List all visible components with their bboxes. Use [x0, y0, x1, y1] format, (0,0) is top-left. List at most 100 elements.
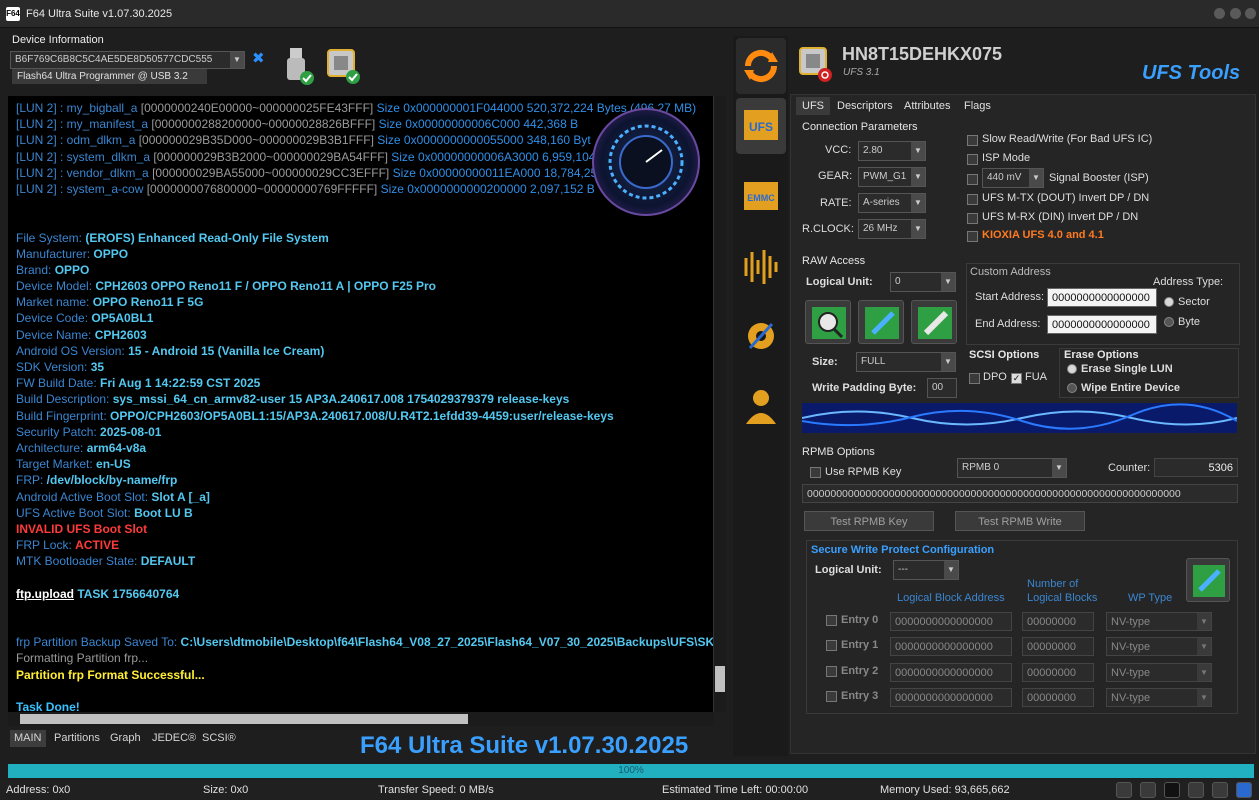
log-vertical-scrollbar[interactable]	[713, 96, 726, 712]
scrollbar-thumb[interactable]	[20, 714, 468, 724]
tab-scsi[interactable]: SCSI®	[198, 730, 240, 747]
write-button[interactable]	[858, 300, 904, 344]
tab-descriptors[interactable]: Descriptors	[831, 97, 899, 115]
kioxia-checkbox[interactable]	[967, 231, 978, 242]
camera-icon[interactable]	[1212, 782, 1228, 798]
device-serial-value: B6F769C6B8C5C4AE5DE8D50577CDC555	[15, 54, 213, 65]
swp-entry-checkbox[interactable]	[826, 691, 837, 702]
fua-checkbox[interactable]: ✓	[1011, 373, 1022, 384]
tab-graph[interactable]: Graph	[106, 730, 145, 747]
device-serial-select[interactable]: B6F769C6B8C5C4AE5DE8D50577CDC555 ▼	[10, 51, 245, 69]
swp-wp-type-select[interactable]: NV-type ▼	[1106, 663, 1212, 682]
log-line: Android Active Boot Slot: Slot A [_a]	[16, 489, 706, 505]
signal-booster-checkbox[interactable]	[967, 174, 978, 185]
swp-wp-type-select[interactable]: NV-type ▼	[1106, 612, 1212, 631]
swp-wp-type-select[interactable]: NV-type ▼	[1106, 688, 1212, 707]
log-segment: Android OS Version:	[16, 343, 129, 358]
counter-value[interactable]: 5306	[1154, 458, 1238, 477]
log-line: Architecture: arm64-v8a	[16, 440, 706, 456]
log-segment: [000000029B35D000~000000029B3B1FFF]	[138, 133, 378, 148]
emmc-tool-button[interactable]: EMMC	[736, 168, 786, 224]
rpmb-select[interactable]: RPMB 0 ▼	[957, 458, 1067, 478]
mtx-invert-checkbox[interactable]	[967, 194, 978, 205]
swp-entry-label: Entry 2	[841, 665, 879, 677]
raw-access-header: RAW Access	[802, 255, 866, 267]
swp-lba-input[interactable]: 0000000000000000	[890, 688, 1012, 707]
isp-mode-checkbox[interactable]	[967, 154, 978, 165]
tab-partitions[interactable]: Partitions	[50, 730, 104, 747]
raw-lu-select[interactable]: 0 ▼	[890, 272, 956, 292]
test-rpmb-key-button[interactable]: Test RPMB Key	[804, 511, 934, 531]
swp-lba-input[interactable]: 0000000000000000	[890, 637, 1012, 656]
log-segment: MTK Bootloader State:	[16, 554, 141, 569]
mrx-invert-checkbox[interactable]	[967, 213, 978, 224]
scrollbar-thumb[interactable]	[715, 666, 725, 692]
signal-mv-select[interactable]: 440 mV ▼	[982, 168, 1044, 188]
tab-main[interactable]: MAIN	[10, 730, 46, 747]
padding-select[interactable]: 00	[927, 378, 957, 398]
refresh-button[interactable]	[736, 38, 786, 94]
swp-num-blocks-input[interactable]: 00000000	[1022, 663, 1094, 682]
swp-entry-checkbox[interactable]	[826, 640, 837, 651]
settings-tool-button[interactable]	[736, 308, 786, 364]
test-rpmb-write-button[interactable]: Test RPMB Write	[955, 511, 1085, 531]
swp-lu-select[interactable]: --- ▼	[893, 560, 959, 580]
minimize-button[interactable]	[1214, 8, 1225, 19]
rclock-select[interactable]: 26 MHz ▼	[858, 219, 926, 239]
swp-entry-checkbox[interactable]	[826, 666, 837, 677]
start-address-input[interactable]: 0000000000000000	[1047, 288, 1157, 307]
window-icon[interactable]	[1188, 782, 1204, 798]
counter-label: Counter:	[1108, 462, 1151, 474]
swp-write-button[interactable]	[1186, 558, 1230, 602]
swp-num-blocks-input[interactable]: 00000000	[1022, 637, 1094, 656]
swp-wp-type-value: NV-type	[1111, 692, 1151, 704]
gear-select[interactable]: PWM_G1 ▼	[858, 167, 926, 187]
size-select[interactable]: FULL ▼	[856, 352, 956, 372]
byte-radio[interactable]	[1164, 317, 1174, 327]
rpmb-key-input[interactable]: 0000000000000000000000000000000000000000…	[802, 484, 1238, 503]
isp-mode-label: ISP Mode	[982, 152, 1031, 164]
dpo-checkbox[interactable]	[969, 373, 980, 384]
read-button[interactable]	[805, 300, 851, 344]
wp-type-header: WP Type	[1128, 592, 1173, 604]
swp-entry-label: Entry 0	[841, 614, 879, 626]
swp-wp-type-value: NV-type	[1111, 667, 1151, 679]
tab-jedec[interactable]: JEDEC®	[148, 730, 200, 747]
vcc-select[interactable]: 2.80 ▼	[858, 141, 926, 161]
close-button[interactable]	[1245, 8, 1256, 19]
tab-flags[interactable]: Flags	[958, 97, 997, 115]
swp-num-blocks-input[interactable]: 00000000	[1022, 688, 1094, 707]
swp-wp-type-select[interactable]: NV-type ▼	[1106, 637, 1212, 656]
home-icon[interactable]	[1236, 782, 1252, 798]
stop-icon[interactable]	[1164, 782, 1180, 798]
ufs-tool-button[interactable]: UFS	[736, 98, 786, 154]
connection-params-header: Connection Parameters	[802, 121, 918, 133]
disconnect-icon[interactable]: ✖	[252, 50, 268, 68]
sector-radio[interactable]	[1164, 297, 1174, 307]
tab-attributes[interactable]: Attributes	[898, 97, 956, 115]
erase-single-radio[interactable]	[1067, 364, 1077, 374]
log-horizontal-scrollbar[interactable]	[8, 712, 714, 726]
status-address: Address: 0x0	[6, 784, 71, 796]
use-rpmb-key-checkbox[interactable]	[810, 467, 821, 478]
log-line: Formatting Partition frp...	[16, 650, 706, 666]
tab-ufs[interactable]: UFS	[796, 97, 830, 115]
wipe-device-radio[interactable]	[1067, 383, 1077, 393]
log-line: SDK Version: 35	[16, 359, 706, 375]
log-segment: FRP:	[16, 473, 47, 488]
num-blocks-header-1: Number of	[1027, 578, 1079, 590]
swp-lba-input[interactable]: 0000000000000000	[890, 612, 1012, 631]
screenshot-icon[interactable]	[1140, 782, 1156, 798]
user-tool-button[interactable]	[736, 378, 786, 434]
swp-entry-checkbox[interactable]	[826, 615, 837, 626]
slow-rw-checkbox[interactable]	[967, 135, 978, 146]
signal-booster-label: Signal Booster (ISP)	[1049, 172, 1149, 184]
swp-lba-input[interactable]: 0000000000000000	[890, 663, 1012, 682]
refresh-icon[interactable]	[1116, 782, 1132, 798]
swp-num-blocks-input[interactable]: 00000000	[1022, 612, 1094, 631]
erase-button[interactable]	[911, 300, 957, 344]
rate-select[interactable]: A-series ▼	[858, 193, 926, 213]
end-address-input[interactable]: 0000000000000000	[1047, 315, 1157, 334]
signal-tool-button[interactable]	[736, 238, 786, 294]
maximize-button[interactable]	[1230, 8, 1241, 19]
